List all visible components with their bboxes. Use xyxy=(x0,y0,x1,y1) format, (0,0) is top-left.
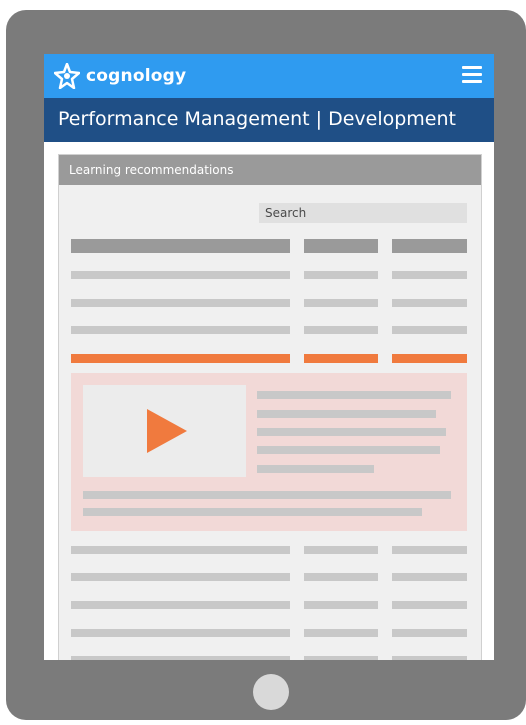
search-input[interactable]: Search xyxy=(259,203,467,223)
page-title-bar: Performance Management | Development xyxy=(44,98,494,142)
top-navigation-bar: cognology xyxy=(44,54,494,98)
tablet-home-button[interactable] xyxy=(253,674,289,710)
table-row-placeholder[interactable] xyxy=(71,656,290,660)
table-row-placeholder[interactable] xyxy=(304,601,378,609)
table-row-placeholder[interactable] xyxy=(392,299,467,307)
table-row-placeholder[interactable] xyxy=(392,573,467,581)
table-row-placeholder[interactable] xyxy=(71,299,290,307)
table-row-placeholder[interactable] xyxy=(71,271,290,279)
selected-row-col-1[interactable] xyxy=(71,354,290,363)
description-line xyxy=(257,428,446,436)
description-line xyxy=(257,446,440,454)
tablet-screen: cognology Performance Management | Devel… xyxy=(44,54,494,660)
search-placeholder: Search xyxy=(265,206,307,220)
table-row-placeholder[interactable] xyxy=(71,629,290,637)
panel-header: Learning recommendations xyxy=(59,155,481,185)
menu-line xyxy=(462,73,482,76)
play-icon[interactable] xyxy=(147,409,187,453)
star-logo-icon xyxy=(54,63,80,89)
table-header-col-3 xyxy=(392,239,467,253)
table-row-placeholder[interactable] xyxy=(392,546,467,554)
table-row-placeholder[interactable] xyxy=(304,629,378,637)
summary-line xyxy=(83,508,422,516)
table-row-placeholder[interactable] xyxy=(304,546,378,554)
table-row-placeholder[interactable] xyxy=(304,271,378,279)
hamburger-menu-icon[interactable] xyxy=(462,66,482,84)
panel-title: Learning recommendations xyxy=(69,163,234,177)
table-row-placeholder[interactable] xyxy=(304,326,378,334)
table-row-placeholder[interactable] xyxy=(304,299,378,307)
selected-row-col-2[interactable] xyxy=(304,354,378,363)
table-row-placeholder[interactable] xyxy=(71,326,290,334)
table-row-placeholder[interactable] xyxy=(304,656,378,660)
table-row-placeholder[interactable] xyxy=(392,271,467,279)
table-header-col-1 xyxy=(71,239,290,253)
menu-line xyxy=(462,66,482,69)
cognology-logo[interactable]: cognology xyxy=(54,58,186,94)
summary-line xyxy=(83,491,451,499)
description-line xyxy=(257,465,374,473)
table-row-placeholder[interactable] xyxy=(392,656,467,660)
description-line xyxy=(257,410,436,418)
logo-text: cognology xyxy=(86,66,187,86)
table-row-placeholder[interactable] xyxy=(71,546,290,554)
video-thumbnail[interactable] xyxy=(83,385,246,477)
table-row-placeholder[interactable] xyxy=(392,629,467,637)
table-row-placeholder[interactable] xyxy=(392,326,467,334)
description-line xyxy=(257,391,451,399)
menu-line xyxy=(462,80,482,83)
page-title: Performance Management | Development xyxy=(58,108,456,130)
table-row-placeholder[interactable] xyxy=(71,573,290,581)
learning-recommendations-panel: Learning recommendations Search xyxy=(58,154,482,660)
selected-row-col-3[interactable] xyxy=(392,354,467,363)
expanded-recommendation-card xyxy=(71,373,467,531)
table-header-col-2 xyxy=(304,239,378,253)
table-row-placeholder[interactable] xyxy=(304,573,378,581)
table-row-placeholder[interactable] xyxy=(71,601,290,609)
table-row-placeholder[interactable] xyxy=(392,601,467,609)
